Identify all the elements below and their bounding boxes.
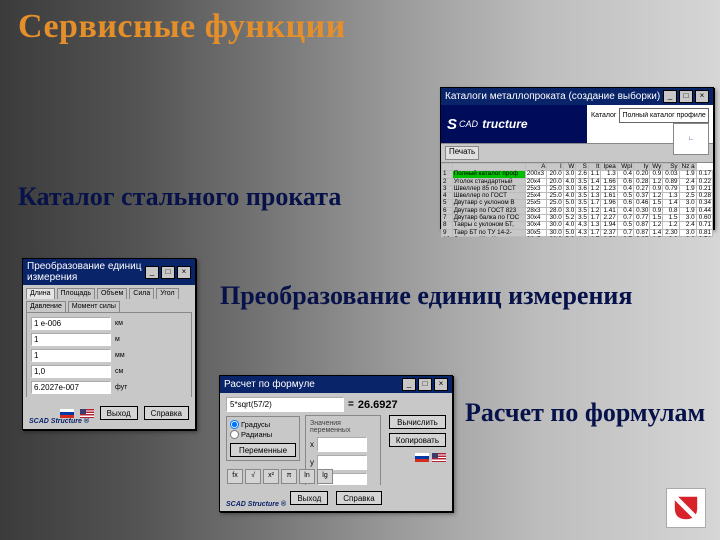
var-y-row: y xyxy=(310,455,376,470)
catalog-select-label: Каталог xyxy=(591,112,616,119)
unit-label: фут xyxy=(115,384,127,391)
units-window: Преобразование единиц измерения _ □ × Дл… xyxy=(22,258,196,430)
unit-value-input[interactable] xyxy=(31,381,111,394)
formula-brand: SCAD Structure ® xyxy=(226,501,286,508)
func-button[interactable]: ln xyxy=(299,469,315,484)
units-titlebar[interactable]: Преобразование единиц измерения _ □ × xyxy=(23,259,195,285)
tab-1[interactable]: Площадь xyxy=(57,288,95,299)
units-brand: SCAD Structure ® xyxy=(29,418,89,425)
unit-value-input[interactable] xyxy=(31,333,111,346)
func-button[interactable]: x² xyxy=(263,469,279,484)
table-row[interactable]: 10Двутавр Ш и К по32x532.05.04.61.72.560… xyxy=(442,236,713,237)
catalog-title: Каталоги металлопроката (создание выборк… xyxy=(445,91,660,102)
unit-row: фут xyxy=(31,381,187,394)
tab-0[interactable]: Длина xyxy=(26,288,55,299)
tab-3[interactable]: Сила xyxy=(129,288,154,299)
unit-value-input[interactable] xyxy=(31,365,111,378)
close-button[interactable]: × xyxy=(434,378,448,391)
units-title: Преобразование единиц измерения xyxy=(27,261,145,283)
unit-row: мм xyxy=(31,349,187,362)
formula-heading: Расчет по формулам xyxy=(465,398,705,428)
maximize-button[interactable]: □ xyxy=(418,378,432,391)
catalog-heading: Каталог стального проката xyxy=(18,182,341,212)
unit-label: км xyxy=(115,320,123,327)
catalog-window: Каталоги металлопроката (создание выборк… xyxy=(440,87,714,229)
flag-ru-icon[interactable] xyxy=(415,453,429,462)
formula-window: Расчет по формуле _ □ × = 26.6927 Градус… xyxy=(219,375,453,512)
flag-us-icon[interactable] xyxy=(80,409,94,418)
close-button[interactable]: × xyxy=(177,266,191,279)
equals-label: = xyxy=(348,399,354,410)
units-tabs: ДлинаПлощадьОбъемСилаУгол ДавлениеМомент … xyxy=(23,285,195,312)
unit-value-input[interactable] xyxy=(31,349,111,362)
help-button[interactable]: Справка xyxy=(144,406,189,420)
maximize-button[interactable]: □ xyxy=(679,90,693,103)
slide-title: Сервисные функции xyxy=(18,8,346,46)
unit-label: мм xyxy=(115,352,125,359)
profile-diagram-icon: ∟ xyxy=(673,123,709,155)
calculate-button[interactable]: Вычислить xyxy=(389,415,446,429)
unit-row: см xyxy=(31,365,187,378)
tab-2[interactable]: Объем xyxy=(97,288,127,299)
tab-5[interactable]: Давление xyxy=(26,301,66,312)
catalog-grid[interactable]: AIWSItIpeaWplIyWySyNz a1Полный каталог п… xyxy=(441,163,713,237)
minimize-button[interactable]: _ xyxy=(145,266,159,279)
minimize-button[interactable]: _ xyxy=(402,378,416,391)
catalog-select[interactable] xyxy=(619,108,709,123)
copy-button[interactable]: Копировать xyxy=(389,433,446,447)
func-button[interactable]: fx xyxy=(227,469,243,484)
result-value: 26.6927 xyxy=(358,399,398,411)
close-button[interactable]: × xyxy=(695,90,709,103)
func-button[interactable]: π xyxy=(281,469,297,484)
variables-button[interactable]: Переменные xyxy=(230,443,296,457)
variables-group-title: Значения переменных xyxy=(310,420,376,434)
func-button[interactable]: √ xyxy=(245,469,261,484)
var-y-input[interactable] xyxy=(317,455,367,470)
unit-label: м xyxy=(115,336,120,343)
radians-radio[interactable]: Радианы xyxy=(230,430,296,439)
help-button[interactable]: Справка xyxy=(336,491,381,505)
formula-titlebar[interactable]: Расчет по формуле _ □ × xyxy=(220,376,452,393)
maximize-button[interactable]: □ xyxy=(161,266,175,279)
formula-title: Расчет по формуле xyxy=(224,379,315,390)
func-button[interactable]: lg xyxy=(317,469,333,484)
print-button[interactable]: Печать xyxy=(445,146,479,160)
flag-us-icon[interactable] xyxy=(432,453,446,462)
function-buttons: fx√x²πlnlg xyxy=(227,469,333,484)
expression-input[interactable] xyxy=(226,397,344,412)
corner-logo-icon xyxy=(666,488,706,528)
unit-row: км xyxy=(31,317,187,330)
tab-4[interactable]: Угол xyxy=(156,288,178,299)
degrees-radio[interactable]: Градусы xyxy=(230,420,296,429)
angle-mode-group: Градусы Радианы Переменные xyxy=(226,416,300,461)
table-row[interactable]: 1Полный каталог проф200x320.03.02.61.11.… xyxy=(442,171,713,178)
catalog-logo: SCAD tructure xyxy=(441,105,587,143)
unit-label: см xyxy=(115,368,123,375)
minimize-button[interactable]: _ xyxy=(663,90,677,103)
unit-row: м xyxy=(31,333,187,346)
catalog-titlebar[interactable]: Каталоги металлопроката (создание выборк… xyxy=(441,88,713,105)
units-heading: Преобразование единиц измерения xyxy=(220,281,632,311)
exit-button[interactable]: Выход xyxy=(290,491,328,505)
exit-button[interactable]: Выход xyxy=(100,406,138,420)
unit-value-input[interactable] xyxy=(31,317,111,330)
tab-6[interactable]: Момент силы xyxy=(68,301,120,312)
var-x-input[interactable] xyxy=(317,437,367,452)
flag-ru-icon[interactable] xyxy=(60,409,74,418)
var-x-row: x xyxy=(310,437,376,452)
